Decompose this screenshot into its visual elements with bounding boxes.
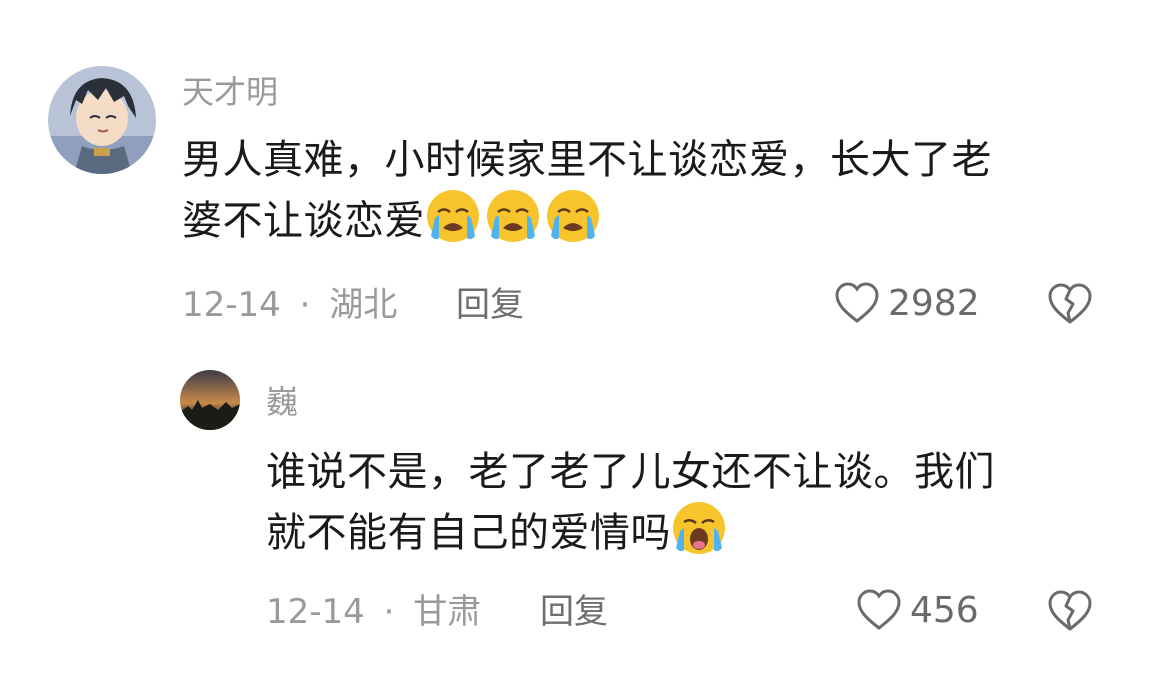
like-count: 456 [910, 589, 979, 631]
comment-text-fragment: 婆不让谈恋爱 [182, 198, 425, 244]
username[interactable]: 巍 [266, 382, 298, 422]
comment-text: 男人真难，小时候家里不让谈恋爱，长大了老 婆不让谈恋爱 [182, 132, 1122, 244]
like-count: 2982 [888, 282, 980, 324]
broken-heart-icon [1048, 590, 1092, 631]
comment-text-line: 谁说不是，老了老了儿女还不让谈。我们 [266, 449, 995, 495]
heart-icon [834, 281, 880, 325]
reply-button[interactable]: 回复 [456, 285, 524, 325]
reply-button[interactable]: 回复 [540, 592, 608, 632]
like-button[interactable]: 2982 [834, 281, 980, 325]
like-button[interactable]: 456 [856, 588, 979, 632]
comment-meta: 12-14 · 甘肃 回复 [266, 590, 608, 634]
loudly-crying-face-icon [485, 188, 541, 244]
crying-face-icon [671, 500, 727, 556]
meta-separator: · [383, 592, 395, 632]
comment-date: 12-14 [266, 592, 365, 632]
comment-text: 谁说不是，老了老了儿女还不让谈。我们 就不能有自己的爱情吗 [266, 444, 1126, 556]
sunset-avatar-image [180, 370, 240, 430]
dislike-button[interactable] [1046, 282, 1094, 330]
comment-date: 12-14 [182, 285, 281, 325]
avatar[interactable] [48, 66, 156, 174]
loudly-crying-face-icon [545, 188, 601, 244]
broken-heart-icon [1048, 283, 1092, 324]
anime-avatar-image [48, 66, 156, 174]
comment-text-line: 就不能有自己的爱情吗 [266, 500, 1126, 556]
loudly-crying-face-icon [425, 188, 481, 244]
comment-location: 湖北 [329, 285, 398, 325]
comment-meta: 12-14 · 湖北 回复 [182, 283, 524, 327]
dislike-button[interactable] [1046, 589, 1094, 637]
avatar[interactable] [180, 370, 240, 430]
username[interactable]: 天才明 [182, 72, 278, 112]
comment-text-fragment: 就不能有自己的爱情吗 [266, 510, 671, 556]
comment-location: 甘肃 [413, 592, 482, 632]
comment-text-line: 男人真难，小时候家里不让谈恋爱，长大了老 [182, 137, 992, 183]
comment-text-line: 婆不让谈恋爱 [182, 188, 1122, 244]
heart-icon [856, 588, 902, 632]
meta-separator: · [299, 285, 311, 325]
